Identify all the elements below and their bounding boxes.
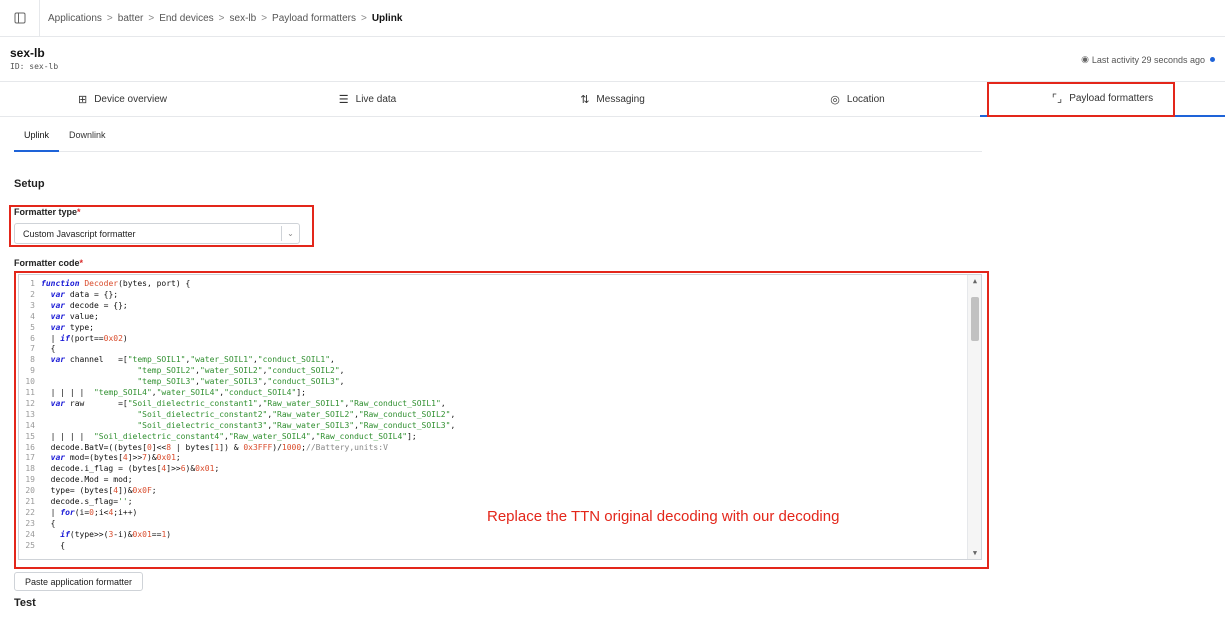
breadcrumb-separator: > bbox=[148, 12, 155, 24]
tab-label: Device overview bbox=[94, 94, 168, 105]
breadcrumb-device[interactable]: sex-lb bbox=[230, 13, 257, 24]
setup-title: Setup bbox=[14, 178, 45, 190]
tab-label: Location bbox=[846, 94, 885, 105]
tab-uplink[interactable]: Uplink bbox=[14, 118, 60, 152]
signal-icon: ◉ bbox=[1081, 54, 1089, 64]
breadcrumb-end-devices[interactable]: End devices bbox=[159, 13, 213, 24]
required-mark: * bbox=[79, 258, 84, 268]
breadcrumb-separator: > bbox=[360, 12, 367, 24]
sidebar-toggle-icon bbox=[14, 12, 25, 24]
list-icon: ☰ bbox=[338, 94, 349, 106]
tab-device-overview[interactable]: ⊞ Device overview bbox=[0, 82, 245, 117]
paste-application-formatter-button[interactable]: Paste application formatter bbox=[14, 572, 144, 591]
tab-label: Live data bbox=[355, 94, 397, 105]
formatter-subtabs: Uplink Downlink bbox=[14, 118, 982, 152]
breadcrumb-application[interactable]: batter bbox=[118, 13, 144, 24]
breadcrumb: Applications > batter > End devices > se… bbox=[40, 13, 402, 24]
tab-downlink[interactable]: Downlink bbox=[59, 118, 116, 152]
breadcrumb-separator: > bbox=[261, 12, 268, 24]
last-activity: ◉ Last activity 29 seconds ago bbox=[1081, 54, 1215, 65]
sidebar-toggle-button[interactable] bbox=[0, 0, 40, 37]
device-id: ID: sex-lb bbox=[10, 62, 59, 71]
location-icon: ◎ bbox=[830, 94, 840, 106]
test-title: Test bbox=[14, 597, 36, 609]
breadcrumb-payload-formatters[interactable]: Payload formatters bbox=[272, 13, 356, 24]
annotation-box-formatter-type bbox=[9, 205, 314, 247]
grid-icon: ⊞ bbox=[77, 94, 88, 106]
formatter-code-label-text: Formatter code bbox=[14, 258, 80, 268]
last-activity-text: Last activity 29 seconds ago bbox=[1091, 54, 1205, 65]
tab-label: Messaging bbox=[596, 94, 645, 105]
status-dot-icon bbox=[1210, 57, 1215, 62]
device-name: sex-lb bbox=[10, 46, 45, 60]
arrows-icon: ⇅ bbox=[580, 94, 590, 106]
tab-messaging[interactable]: ⇅ Messaging bbox=[490, 82, 735, 117]
breadcrumb-separator: > bbox=[218, 12, 225, 24]
tab-live-data[interactable]: ☰ Live data bbox=[245, 82, 490, 117]
annotation-box-formatter-code bbox=[14, 271, 989, 569]
formatter-code-label: Formatter code* bbox=[14, 258, 83, 268]
device-header: sex-lb ID: sex-lb ◉ Last activity 29 sec… bbox=[0, 37, 1225, 82]
breadcrumb-applications[interactable]: Applications bbox=[48, 13, 102, 24]
annotation-box-payload-tab bbox=[987, 82, 1175, 117]
breadcrumb-current: Uplink bbox=[371, 12, 403, 24]
tab-location[interactable]: ◎ Location bbox=[735, 82, 980, 117]
breadcrumb-separator: > bbox=[106, 12, 113, 24]
top-bar: Applications > batter > End devices > se… bbox=[0, 0, 1225, 37]
